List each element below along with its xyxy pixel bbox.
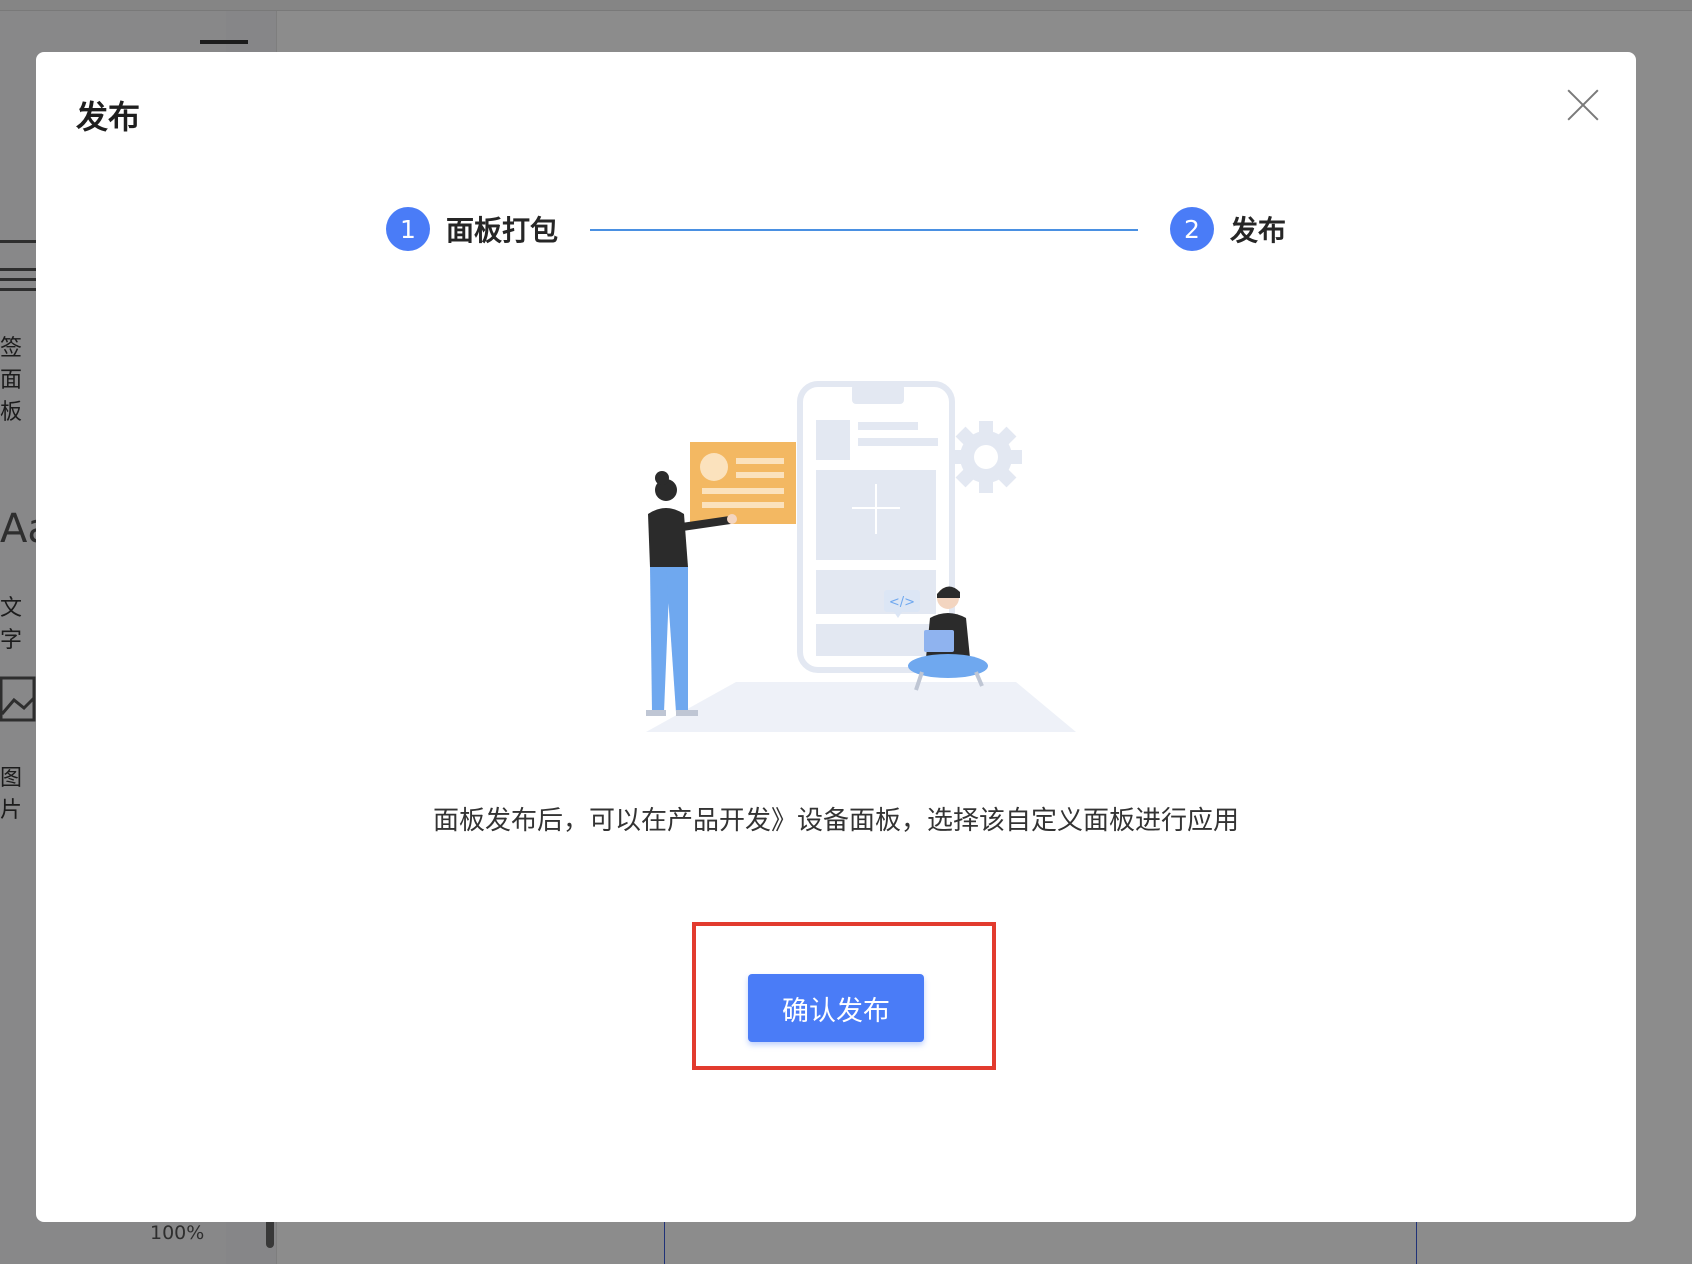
step-number-2: 2 bbox=[1170, 207, 1214, 251]
phone-block-d bbox=[816, 624, 936, 656]
code-tag-text: </> bbox=[889, 595, 915, 610]
ground-shadow bbox=[646, 682, 1076, 732]
phone-line-b bbox=[858, 438, 938, 446]
step-label-package: 面板打包 bbox=[446, 214, 559, 247]
dialog-title: 发布 bbox=[76, 98, 141, 136]
phone-notch bbox=[852, 384, 904, 404]
step-number-1: 1 bbox=[386, 207, 430, 251]
phone-block-a bbox=[816, 420, 850, 460]
publish-dialog: 发布 1 面板打包 2 发布 </> 面板发布后，可以在产品开发》设备面板，选择… bbox=[36, 52, 1636, 1222]
gear-icon bbox=[950, 421, 1022, 493]
phone-line-a bbox=[858, 422, 918, 430]
step-package: 1 面板打包 bbox=[386, 207, 558, 251]
laptop-icon bbox=[924, 630, 954, 652]
step-publish: 2 发布 bbox=[1170, 207, 1286, 251]
close-icon[interactable] bbox=[1566, 88, 1600, 122]
step-connector bbox=[590, 229, 1138, 231]
confirm-publish-button[interactable]: 确认发布 bbox=[748, 974, 924, 1042]
publish-illustration: </> bbox=[646, 381, 1076, 732]
step-label-publish: 发布 bbox=[1230, 214, 1287, 247]
publish-description: 面板发布后，可以在产品开发》设备面板，选择该自定义面板进行应用 bbox=[432, 806, 1239, 836]
profile-card-icon bbox=[690, 442, 796, 524]
